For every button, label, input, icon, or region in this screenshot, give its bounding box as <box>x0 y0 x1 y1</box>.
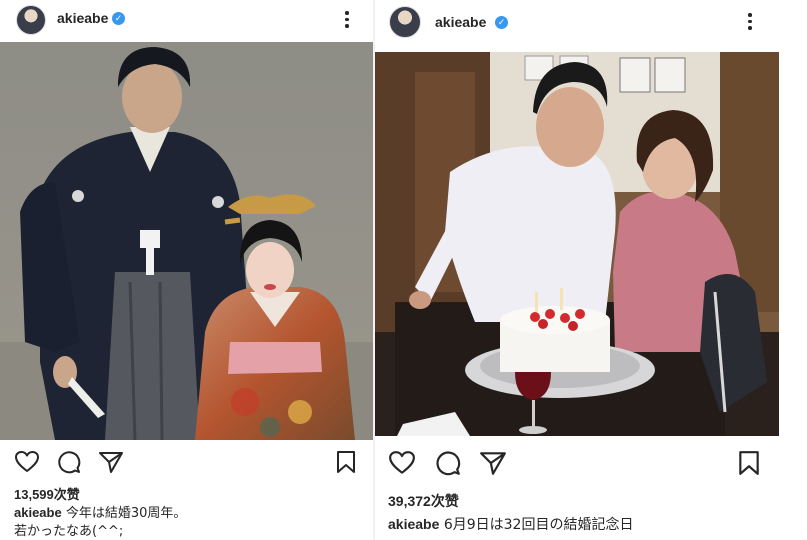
post-header: akieabe ✓ <box>375 0 807 40</box>
caption-continued: 若かったなあ(^^; <box>14 524 124 539</box>
comment-icon[interactable] <box>56 450 82 479</box>
post-caption: akieabe 6月9日は32回目の結婚記念日 <box>388 514 633 534</box>
avatar[interactable] <box>16 5 46 35</box>
caption-text: 6月9日は32回目の結婚記念日 <box>439 517 634 533</box>
comment-icon[interactable] <box>434 450 462 481</box>
bookmark-icon[interactable] <box>738 450 760 481</box>
post-caption: akieabe 今年は結婚30周年。 <box>14 502 186 521</box>
heart-icon[interactable] <box>388 450 416 481</box>
like-count[interactable]: 39,372次赞 <box>388 491 459 511</box>
heart-icon[interactable] <box>14 450 40 479</box>
caption-username[interactable]: akieabe <box>14 505 62 520</box>
bookmark-icon[interactable] <box>336 450 356 479</box>
share-icon[interactable] <box>479 450 507 481</box>
anniversary-photo-image <box>375 52 779 436</box>
caption-text: 今年は結婚30周年。 <box>61 506 187 521</box>
more-options-icon[interactable] <box>344 11 350 28</box>
post-photo[interactable] <box>375 52 779 436</box>
post-header: akieabe ✓ <box>0 0 375 40</box>
post-photo[interactable] <box>0 42 373 440</box>
share-icon[interactable] <box>98 450 124 479</box>
post-username[interactable]: akieabe <box>435 14 486 30</box>
like-count[interactable]: 13,599次赞 <box>14 484 80 503</box>
avatar[interactable] <box>389 6 421 38</box>
verified-badge-icon: ✓ <box>495 16 508 29</box>
caption-username[interactable]: akieabe <box>388 516 439 532</box>
verified-badge-icon: ✓ <box>112 12 125 25</box>
post-username[interactable]: akieabe <box>57 10 108 26</box>
wedding-photo-image <box>0 42 373 440</box>
instagram-post-anniversary: akieabe ✓ 39,372次赞 akieabe 6月9日は32回目の結婚記… <box>375 0 807 540</box>
instagram-post-wedding: akieabe ✓ 13,599次赞 akieabe 今年は結婚30周年。 若か… <box>0 0 375 540</box>
more-options-icon[interactable] <box>747 13 753 30</box>
